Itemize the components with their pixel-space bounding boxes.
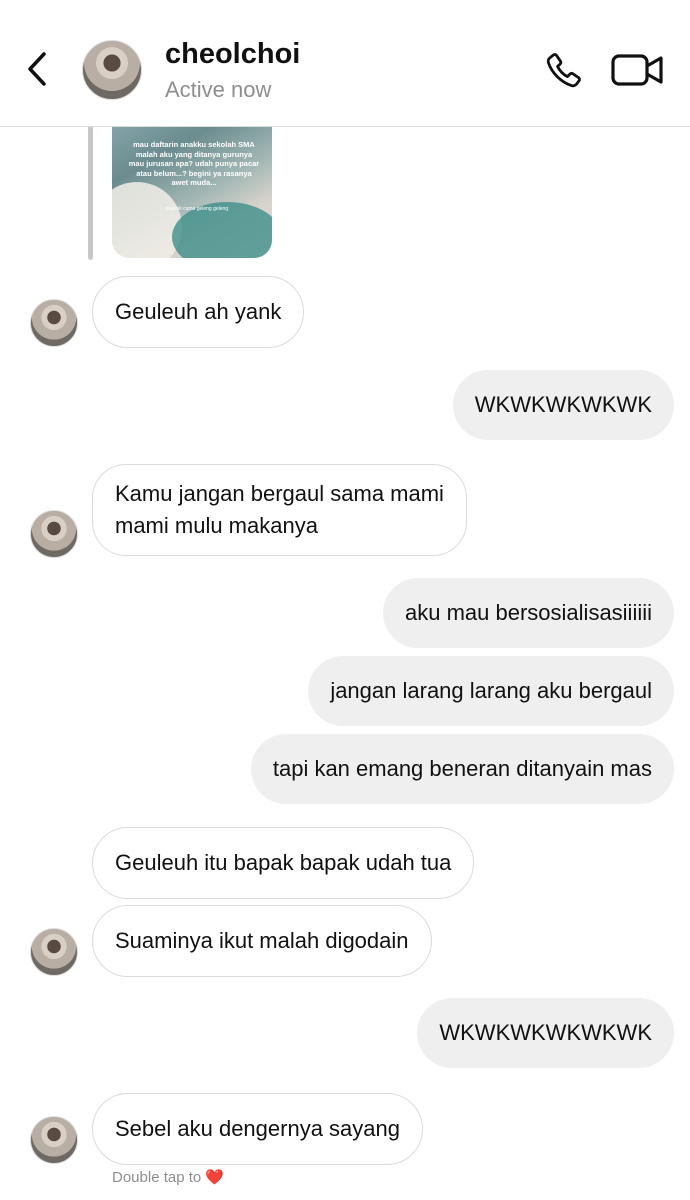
active-status: Active now [165,77,272,102]
video-camera-icon[interactable] [610,52,664,88]
heart-icon: ❤️ [205,1169,225,1186]
media-decor [112,182,182,258]
message-line: Kamu jangan bergaul sama mami [115,481,444,506]
message-bubble-outgoing[interactable]: jangan larang larang aku bergaul [308,656,674,726]
shared-media-image[interactable]: mau daftarin anakku sekolah SMA malah ak… [112,112,272,258]
message-bubble-incoming[interactable]: Suaminya ikut malah digodain [92,905,432,977]
back-icon[interactable] [22,48,52,90]
message-bubble-incoming[interactable]: Geuleuh itu bapak bapak udah tua [92,827,475,899]
profile-avatar[interactable] [82,40,142,100]
message-bubble-incoming[interactable]: Geuleuh ah yank [92,276,305,348]
sender-avatar[interactable] [30,510,78,558]
double-tap-text: Double tap to [112,1169,202,1186]
chat-header: cheolchoi Active now [0,0,690,127]
double-tap-hint: Double tap to ❤️ [112,1168,224,1186]
message-bubble-outgoing[interactable]: WKWKWKWKWKWK [417,998,674,1068]
message-line: mami mulu makanya [115,513,318,538]
media-overlay-text: mau daftarin anakku sekolah SMA malah ak… [128,140,260,187]
media-overlay-caption: suamik cuma geleng geleng [165,206,229,212]
sender-avatar[interactable] [30,1116,78,1164]
message-bubble-outgoing[interactable]: WKWKWKWKWK [452,370,674,440]
chat-username[interactable]: cheolchoi [165,38,300,71]
message-bubble-incoming[interactable]: Sebel aku dengernya sayang [92,1093,423,1165]
message-bubble-outgoing[interactable]: tapi kan emang beneran ditanyain mas [250,734,674,804]
message-bubble-incoming[interactable]: Kamu jangan bergaul sama mami mami mulu … [92,464,467,556]
reply-indicator-bar [88,120,93,260]
sender-avatar[interactable] [30,299,78,347]
sender-avatar[interactable] [30,928,78,976]
phone-icon[interactable] [542,50,584,92]
message-bubble-outgoing[interactable]: aku mau bersosialisasiiiiii [383,578,674,648]
